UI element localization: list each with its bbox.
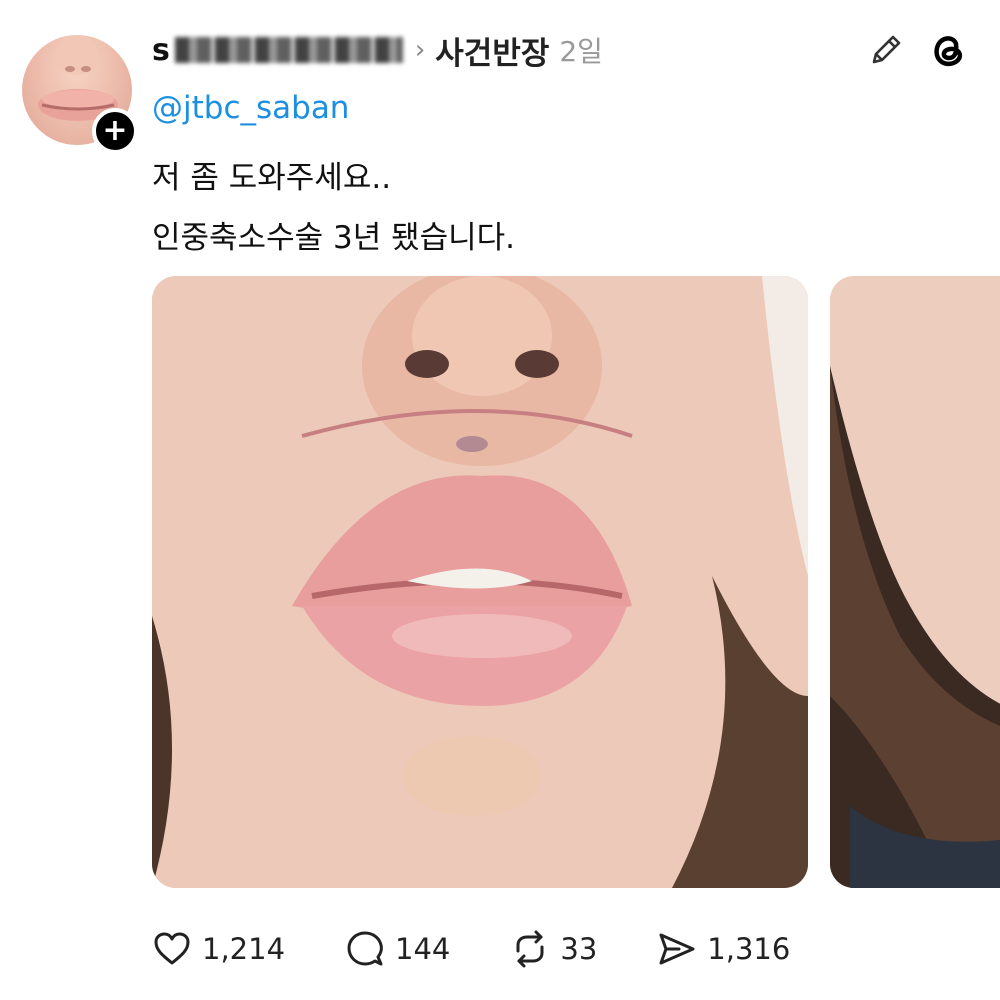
like-count: 1,214 (202, 932, 286, 966)
reply-button[interactable]: 144 (345, 929, 450, 969)
post-text-line-2: 인중축소수술 3년 됐습니다. (152, 220, 516, 256)
community-name[interactable]: 사건반장 (435, 28, 549, 73)
repost-count: 33 (560, 932, 598, 966)
follow-button[interactable]: + (92, 108, 138, 154)
mention-link[interactable]: @jtbc_saban (152, 90, 349, 126)
threads-logo-icon[interactable] (926, 28, 970, 72)
post-header: s › 사건반장 2일 (152, 28, 603, 72)
send-icon (659, 933, 695, 965)
repost-button[interactable]: 33 (510, 929, 597, 969)
speech-bubble-icon (347, 931, 383, 966)
post-image-2[interactable] (830, 276, 1000, 888)
plus-icon: + (102, 113, 128, 148)
share-count: 1,316 (707, 932, 791, 966)
reply-count: 144 (395, 932, 451, 966)
repost-icon (516, 930, 544, 968)
post-image-1[interactable] (152, 276, 808, 888)
action-bar: 1,214 144 33 1,316 (152, 922, 850, 976)
lips-photo (152, 276, 808, 888)
face-photo-partial (830, 276, 1000, 888)
post-time: 2일 (559, 35, 603, 68)
like-button[interactable]: 1,214 (152, 929, 285, 969)
username-redacted (174, 37, 403, 63)
heart-icon (154, 932, 190, 965)
pencil-icon[interactable] (866, 30, 906, 70)
share-button[interactable]: 1,316 (657, 929, 790, 969)
post-text-line-1: 저 좀 도와주세요.. (152, 160, 392, 196)
username[interactable]: s (152, 33, 403, 68)
chevron-right-icon: › (414, 35, 426, 65)
